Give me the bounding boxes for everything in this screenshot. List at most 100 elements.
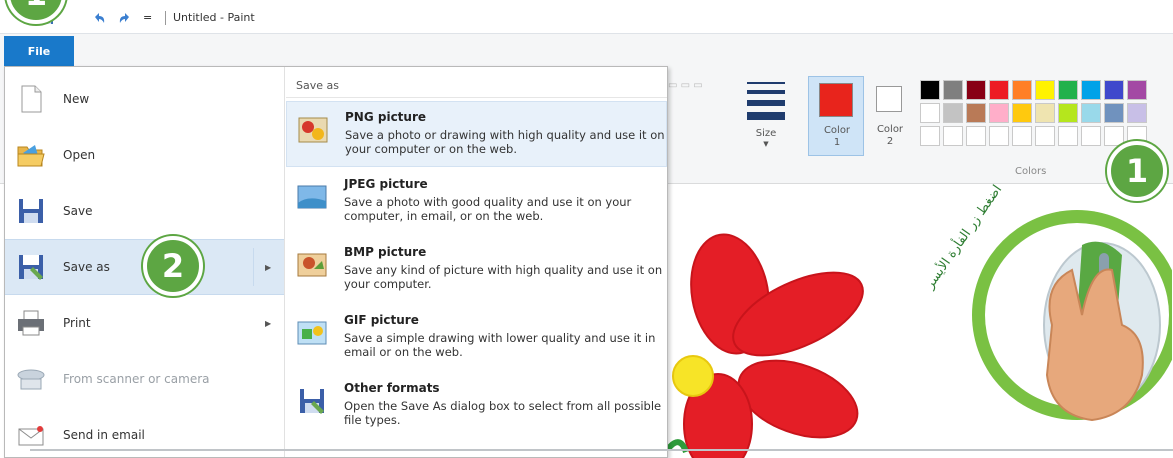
chevron-down-icon: ▼ (763, 140, 769, 148)
palette-swatch[interactable] (1104, 80, 1124, 100)
bottom-divider (30, 449, 1173, 451)
gif-picture-icon (296, 317, 328, 349)
palette-swatch-empty[interactable] (1012, 126, 1032, 146)
save-icon (15, 195, 47, 227)
palette-swatch[interactable] (943, 80, 963, 100)
palette-swatch-empty[interactable] (920, 126, 940, 146)
email-icon (15, 419, 47, 451)
palette-swatch-empty[interactable] (1104, 126, 1124, 146)
palette-swatch[interactable] (1058, 103, 1078, 123)
palette-swatch[interactable] (1012, 80, 1032, 100)
submenu-item-title: GIF picture (344, 313, 419, 327)
save-as-jpeg[interactable]: JPEG picture Save a photo with good qual… (286, 169, 667, 235)
save-as-icon (15, 251, 47, 283)
size-line-medium (747, 90, 785, 94)
submenu-item-description: Open the Save As dialog box to select fr… (344, 399, 662, 427)
palette-swatch-empty[interactable] (1081, 126, 1101, 146)
scanner-icon (15, 363, 47, 395)
palette-swatch[interactable] (920, 103, 940, 123)
palette-swatch[interactable] (1081, 103, 1101, 123)
menu-item-new[interactable]: New (5, 71, 284, 127)
save-as-gif[interactable]: GIF picture Save a simple drawing with l… (286, 305, 667, 371)
palette-swatch[interactable] (966, 80, 986, 100)
palette-swatch[interactable] (1035, 80, 1055, 100)
color2-swatch (876, 86, 902, 112)
submenu-item-description: Save a photo with good quality and use i… (344, 195, 632, 223)
color1-label: Color (823, 125, 851, 136)
palette-swatch[interactable] (1058, 80, 1078, 100)
submenu-item-title: PNG picture (345, 110, 427, 124)
title-separator (165, 11, 166, 25)
palette-swatch[interactable] (1104, 103, 1124, 123)
mouse-callout: اضغط زر الفأرة الأيسر (923, 175, 1173, 455)
customize-qat-icon[interactable]: = (143, 11, 157, 25)
palette-swatch[interactable] (1035, 103, 1055, 123)
color1-number: 1 (833, 137, 841, 148)
menu-item-label: From scanner or camera (63, 372, 210, 386)
size-line-thickest (747, 112, 785, 120)
palette-swatch-empty[interactable] (1058, 126, 1078, 146)
step-badge-2: 2 (143, 236, 203, 296)
submenu-header-divider (286, 97, 667, 98)
redo-icon[interactable] (118, 11, 132, 25)
submenu-item-title: JPEG picture (344, 177, 428, 191)
submenu-item-description: Save a photo or drawing with high qualit… (345, 128, 665, 156)
submenu-item-title: BMP picture (344, 245, 427, 259)
menu-item-label: Save as (63, 260, 110, 274)
save-as-png[interactable]: PNG picture Save a photo or drawing with… (286, 101, 667, 167)
color1-button[interactable]: Color 1 (808, 76, 864, 156)
file-menu: New Open Save Save as ▶ Print ▶ From sca… (4, 66, 668, 458)
bmp-picture-icon (296, 249, 328, 281)
menu-item-label: Save (63, 204, 93, 218)
submenu-separator (253, 248, 254, 286)
size-line-thin (747, 82, 785, 84)
palette-swatch-empty[interactable] (966, 126, 986, 146)
png-picture-icon (297, 114, 329, 146)
submenu-item-description: Save any kind of picture with high quali… (344, 263, 663, 291)
menu-item-open[interactable]: Open (5, 127, 284, 183)
palette-swatch[interactable] (920, 80, 940, 100)
palette-swatch[interactable] (1012, 103, 1032, 123)
mouse-illustration (972, 210, 1173, 422)
color1-swatch (819, 83, 853, 117)
palette-swatch-empty[interactable] (1035, 126, 1055, 146)
size-label: Size (755, 128, 777, 139)
palette-swatch[interactable] (989, 80, 1009, 100)
palette-swatch[interactable] (1127, 80, 1147, 100)
menu-item-print[interactable]: Print ▶ (5, 295, 284, 351)
open-folder-icon (15, 139, 47, 171)
palette-swatch[interactable] (1127, 103, 1147, 123)
color2-button[interactable]: Color 2 (866, 76, 922, 156)
menu-item-from-scanner: From scanner or camera (5, 351, 284, 407)
size-tool[interactable]: Size ▼ (743, 80, 789, 150)
palette-swatch-empty[interactable] (943, 126, 963, 146)
save-as-bmp[interactable]: BMP picture Save any kind of picture wit… (286, 237, 667, 303)
new-document-icon (15, 83, 47, 115)
menu-item-label: New (63, 92, 90, 106)
save-as-other-formats[interactable]: Other formats Open the Save As dialog bo… (286, 373, 667, 439)
title-bar: = Untitled - Paint (0, 0, 1173, 34)
size-line-thick (747, 100, 785, 106)
submenu-arrow-icon: ▶ (265, 318, 272, 328)
ribbon-faded-tools: ▭ ▭ ▭ (668, 80, 703, 91)
palette-swatch-empty[interactable] (989, 126, 1009, 146)
palette-swatch[interactable] (1081, 80, 1101, 100)
menu-item-label: Print (63, 316, 91, 330)
other-formats-icon (296, 385, 328, 417)
file-tab[interactable]: File (4, 36, 74, 66)
menu-item-save[interactable]: Save (5, 183, 284, 239)
save-as-submenu: Save as PNG picture Save a photo or draw… (286, 67, 667, 457)
palette-swatch[interactable] (989, 103, 1009, 123)
submenu-item-description: Save a simple drawing with lower quality… (344, 331, 656, 359)
palette-swatch[interactable] (966, 103, 986, 123)
menu-item-label: Open (63, 148, 96, 162)
step-badge-1-mouse: 1 (1107, 141, 1167, 201)
undo-icon[interactable] (92, 11, 106, 25)
submenu-header: Save as (296, 79, 339, 92)
palette-swatch[interactable] (943, 103, 963, 123)
jpeg-picture-icon (296, 181, 328, 213)
submenu-item-title: Other formats (344, 381, 440, 395)
submenu-arrow-icon: ▶ (265, 262, 272, 272)
menu-item-label: Send in email (63, 428, 145, 442)
color2-number: 2 (886, 136, 894, 147)
